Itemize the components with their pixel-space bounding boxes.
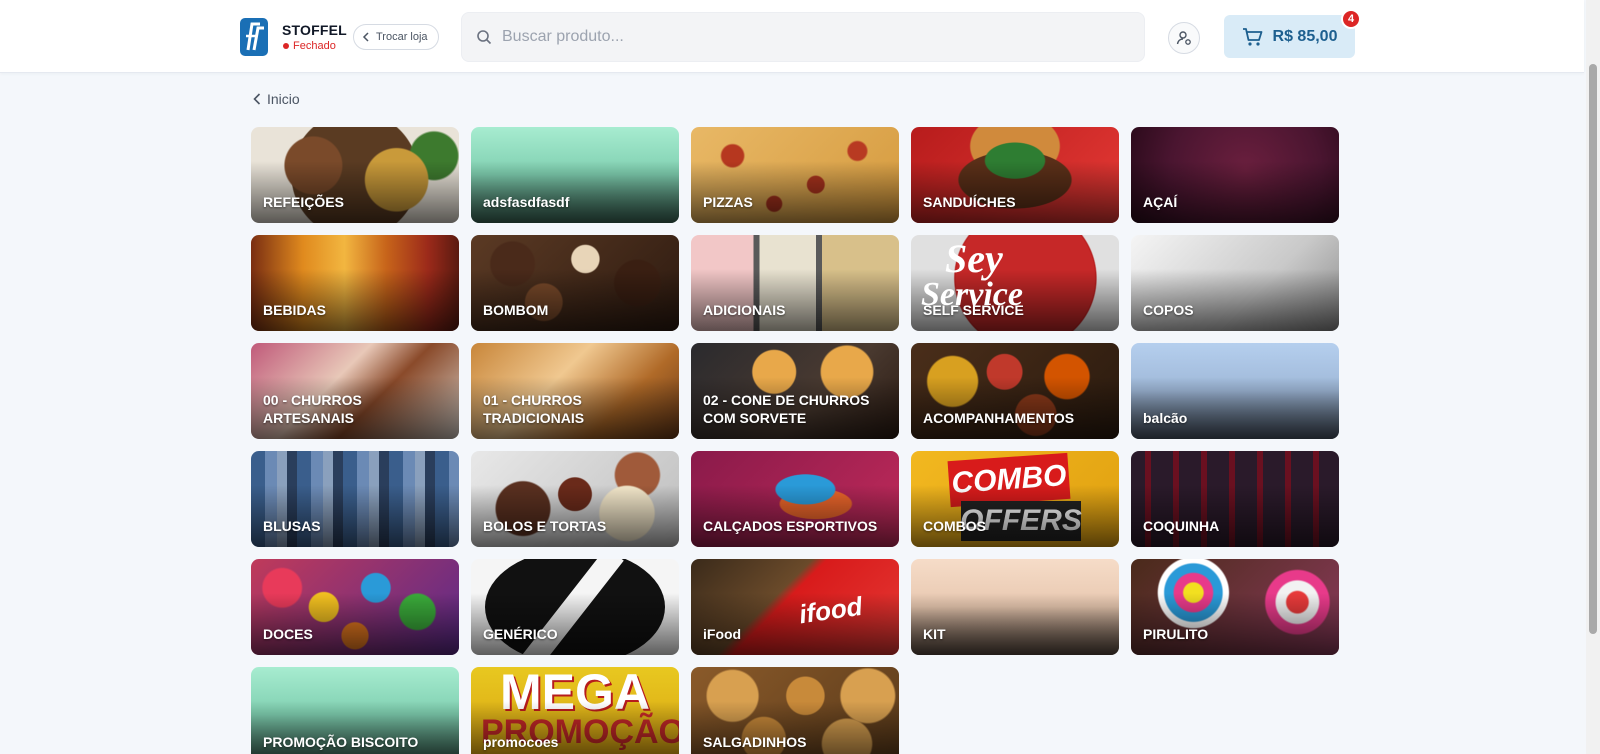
category-card-pirulito[interactable]: PIRULITO [1131, 559, 1339, 655]
category-card-self-service[interactable]: Sey Service SELF SERVICE [911, 235, 1119, 331]
category-card-acai[interactable]: AÇAÍ [1131, 127, 1339, 223]
category-label: ACOMPANHAMENTOS [923, 410, 1075, 426]
category-label: COMBOS [923, 518, 986, 534]
category-card-bebidas[interactable]: BEBIDAS [251, 235, 459, 331]
category-label: SALGADINHOS [703, 734, 807, 750]
category-card-doces[interactable]: DOCES [251, 559, 459, 655]
search-icon [477, 30, 492, 45]
category-label: BOLOS E TORTAS [483, 518, 607, 534]
category-card-combos[interactable]: COMBO OFFERS COMBOS [911, 451, 1119, 547]
category-label: KIT [923, 626, 946, 642]
category-card-blusas[interactable]: BLUSAS [251, 451, 459, 547]
category-label: COQUINHA [1143, 518, 1220, 534]
combo-image-text: COMBO [947, 452, 1071, 508]
category-card-adicionais[interactable]: ADICIONAIS [691, 235, 899, 331]
category-card-acompanhamentos[interactable]: ACOMPANHAMENTOS [911, 343, 1119, 439]
store-status: Fechado [283, 40, 336, 52]
category-card-copos[interactable]: COPOS [1131, 235, 1339, 331]
category-card-bombom[interactable]: BOMBOM [471, 235, 679, 331]
category-card-generico[interactable]: GENÉRICO [471, 559, 679, 655]
store-status-text: Fechado [293, 40, 336, 52]
category-label: promocoes [483, 734, 559, 750]
category-card-refeicoes[interactable]: REFEIÇÕES [251, 127, 459, 223]
search-bar[interactable] [461, 12, 1145, 62]
category-card-sanduiches[interactable]: SANDUÍCHES [911, 127, 1119, 223]
category-card-pizzas[interactable]: PIZZAS [691, 127, 899, 223]
category-label: PIRULITO [1143, 626, 1209, 642]
category-label: COPOS [1143, 302, 1194, 318]
category-label: balcão [1143, 410, 1188, 426]
category-label: adsfasdfasdf [483, 194, 570, 210]
category-card-coquinha[interactable]: COQUINHA [1131, 451, 1339, 547]
user-settings-icon [1176, 31, 1191, 45]
category-card-ifood[interactable]: ifood iFood [691, 559, 899, 655]
category-card-balcao[interactable]: balcão [1131, 343, 1339, 439]
category-card-churros-tradicionais[interactable]: 01 - CHURROS TRADICIONAIS [471, 343, 679, 439]
top-header: STOFFEL Fechado Trocar loja R$ 85,00 4 [0, 0, 1584, 73]
category-label: BLUSAS [263, 518, 321, 534]
chevron-left-icon [253, 93, 261, 105]
category-card-kit[interactable]: KIT [911, 559, 1119, 655]
breadcrumb-label: Inicio [267, 91, 300, 107]
category-card-promocoes[interactable]: MEGA PROMOÇÃO promocoes [471, 667, 679, 754]
cart-total: R$ 85,00 [1272, 27, 1338, 45]
category-label: GENÉRICO [483, 626, 558, 642]
category-label: BEBIDAS [263, 302, 327, 318]
category-label: BOMBOM [483, 302, 549, 318]
category-label: REFEIÇÕES [263, 194, 344, 210]
category-label: 00 - CHURROS ARTESANAIS [263, 392, 362, 426]
cart-button[interactable]: R$ 85,00 [1224, 15, 1355, 58]
category-label: iFood [703, 626, 742, 642]
category-card-salgadinhos[interactable]: SALGADINHOS [691, 667, 899, 754]
category-label: PIZZAS [703, 194, 753, 210]
category-card-churros-artesanais[interactable]: 00 - CHURROS ARTESANAIS [251, 343, 459, 439]
store-logo[interactable] [240, 18, 268, 56]
category-card-bolos-tortas[interactable]: BOLOS E TORTAS [471, 451, 679, 547]
category-label: SANDUÍCHES [923, 194, 1016, 210]
category-label: SELF SERVICE [923, 302, 1024, 318]
mega-image-text: MEGA [500, 667, 650, 720]
store-name: STOFFEL [282, 22, 347, 38]
status-dot-icon [283, 43, 289, 49]
back-to-home-link[interactable]: Inicio [253, 91, 300, 107]
scrollbar-thumb[interactable] [1589, 64, 1597, 634]
user-account-button[interactable] [1168, 22, 1200, 54]
cart-count-badge: 4 [1341, 9, 1361, 29]
category-grid: REFEIÇÕES adsfasdfasdf PIZZAS SANDUÍCHES… [251, 127, 1341, 754]
page-scrollbar[interactable] [1586, 0, 1600, 754]
category-card-promocao-biscoito[interactable]: PROMOÇÃO BISCOITO [251, 667, 459, 754]
category-label: AÇAÍ [1143, 194, 1178, 210]
category-card-calcados-esportivos[interactable]: CALÇADOS ESPORTIVOS [691, 451, 899, 547]
self-service-image-text: Sey [945, 236, 1003, 281]
category-label: DOCES [263, 626, 313, 642]
category-label: 02 - CONE DE CHURROS COM SORVETE [703, 392, 870, 426]
category-label: 01 - CHURROS TRADICIONAIS [483, 392, 585, 426]
category-label: PROMOÇÃO BISCOITO [263, 734, 419, 750]
category-card-cone-churros-sorvete[interactable]: 02 - CONE DE CHURROS COM SORVETE [691, 343, 899, 439]
search-input[interactable] [502, 28, 1102, 46]
category-label: CALÇADOS ESPORTIVOS [703, 518, 878, 534]
switch-store-label: Trocar loja [376, 31, 428, 43]
switch-store-button[interactable]: Trocar loja [353, 24, 439, 50]
chevron-left-icon [362, 32, 369, 42]
category-label: ADICIONAIS [703, 302, 786, 318]
shopping-cart-icon [1242, 27, 1262, 46]
category-card-adsfasdfasdf[interactable]: adsfasdfasdf [471, 127, 679, 223]
